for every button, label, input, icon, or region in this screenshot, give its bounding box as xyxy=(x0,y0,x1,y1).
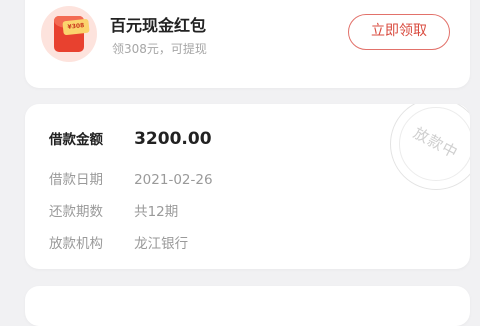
status-stamp: 放款中 xyxy=(390,104,470,190)
loan-amount-label: 借款金额 xyxy=(49,132,103,148)
repayment-periods-value: 共12期 xyxy=(134,204,179,220)
cash-bonus-card: ¥308 百元现金红包 领308元，可提现 立即领取 xyxy=(25,0,470,88)
lender-value: 龙江银行 xyxy=(134,236,189,252)
repayment-periods-row: 还款期数 共12期 xyxy=(49,200,178,220)
loan-date-value: 2021-02-26 xyxy=(134,172,213,188)
next-card xyxy=(25,286,470,326)
promo-title: 百元现金红包 xyxy=(110,16,207,35)
red-envelope-icon: ¥308 xyxy=(41,6,97,62)
promo-subtitle: 领308元，可提现 xyxy=(112,42,207,56)
loan-details-card: 借款金额 3200.00 借款日期 2021-02-26 还款期数 共12期 放… xyxy=(25,104,470,269)
loan-date-label: 借款日期 xyxy=(49,172,103,188)
coupon-badge: ¥308 xyxy=(62,18,90,36)
claim-now-button[interactable]: 立即领取 xyxy=(348,14,450,50)
lender-row: 放款机构 龙江银行 xyxy=(49,232,188,252)
lender-label: 放款机构 xyxy=(49,236,103,252)
loan-date-row: 借款日期 2021-02-26 xyxy=(49,168,213,188)
loan-amount-value: 3200.00 xyxy=(134,129,212,149)
loan-amount-row: 借款金额 3200.00 xyxy=(49,128,212,149)
repayment-periods-label: 还款期数 xyxy=(49,204,103,220)
